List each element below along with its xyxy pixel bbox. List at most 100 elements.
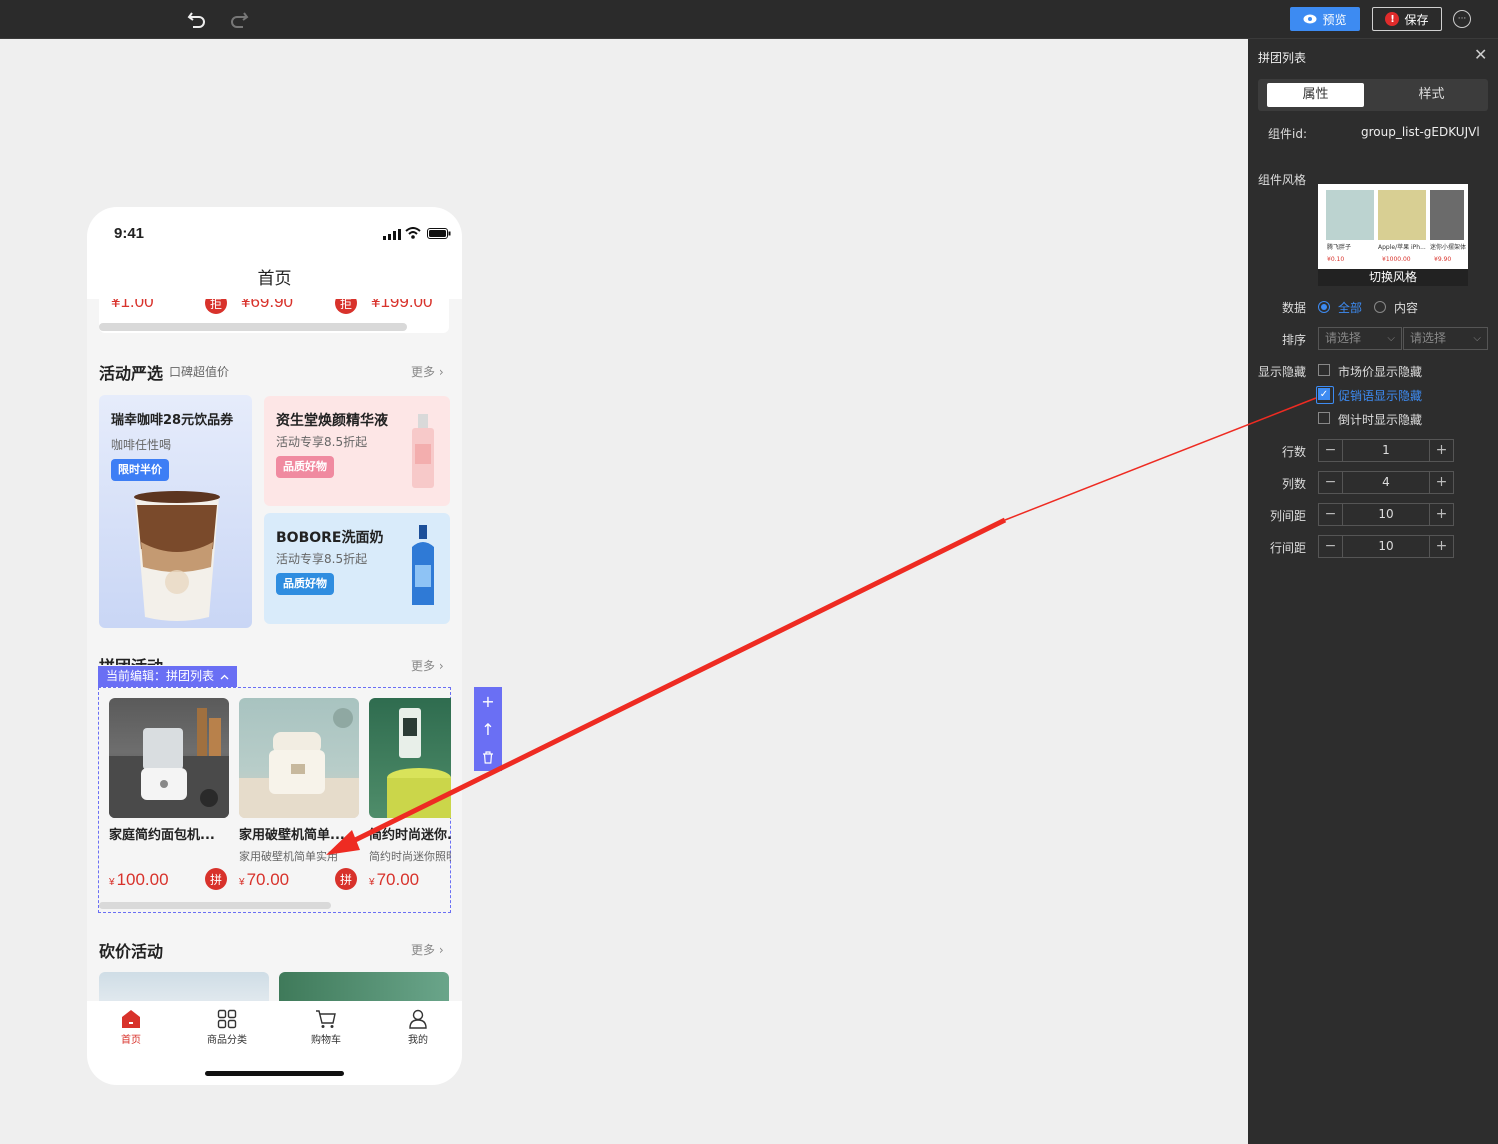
strip-scrollbar[interactable]	[99, 323, 407, 331]
column-gap-stepper[interactable]: − 10 +	[1318, 503, 1454, 526]
product-name: 简约时尚迷你...	[369, 828, 451, 843]
checkbox-label[interactable]: 倒计时显示隐藏	[1338, 411, 1422, 428]
price-value: 70.00	[376, 870, 420, 889]
stepper-value[interactable]: 4	[1343, 472, 1429, 493]
product-image-bread-maker	[109, 698, 229, 818]
eye-icon	[1303, 14, 1317, 24]
strip-pin-badge: 拒	[335, 299, 357, 314]
preview-label: 预览	[1322, 12, 1347, 27]
radio-all-label[interactable]: 全部	[1338, 299, 1362, 316]
group-buy-badge[interactable]: 拼	[205, 868, 227, 890]
component-id-value: group_list-gEDKUJVl	[1361, 125, 1480, 139]
tab-label: 首页	[121, 1035, 141, 1046]
move-up-icon[interactable]: ↑	[474, 715, 502, 743]
group-list-scrollbar[interactable]	[99, 902, 331, 909]
thumb-item-price: ¥9.90	[1434, 256, 1452, 263]
cart-icon	[316, 1010, 336, 1028]
tab-properties[interactable]: 属性	[1267, 83, 1364, 107]
minus-icon[interactable]: −	[1319, 472, 1343, 493]
minus-icon[interactable]: −	[1319, 440, 1343, 461]
row-gap-stepper[interactable]: − 10 +	[1318, 535, 1454, 558]
stepper-value[interactable]: 10	[1343, 536, 1429, 557]
tab-label: 商品分类	[207, 1035, 247, 1046]
phone-preview: 9:41 首页 ¥1.00 拒 ¥69.90 拒 ¥199.00 活动严选 口碑…	[87, 207, 462, 1085]
bargain-section-title: 砍价活动	[99, 942, 164, 961]
product-name: 家庭简约面包机...	[109, 828, 215, 843]
properties-panel: 拼团列表 ✕ 属性 样式 组件id: group_list-gEDKUJVl 组…	[1248, 39, 1498, 1144]
group-buy-badge[interactable]: 拼	[335, 868, 357, 890]
stepper-label: 列数	[1282, 477, 1307, 491]
strip-price: ¥199.00	[371, 299, 433, 311]
panel-title: 拼团列表	[1258, 51, 1307, 65]
stepper-value[interactable]: 10	[1343, 504, 1429, 525]
plus-icon[interactable]: +	[1429, 504, 1453, 525]
promo-card-coffee[interactable]: 瑞幸咖啡28元饮品券 咖啡任性喝 限时半价	[99, 395, 252, 628]
tab-label: 购物车	[311, 1035, 341, 1046]
checkbox-promo-text[interactable]: ✓	[1316, 386, 1334, 404]
checkbox-market-price[interactable]	[1318, 364, 1330, 376]
price-value: 100.00	[116, 870, 169, 889]
columns-stepper[interactable]: − 4 +	[1318, 471, 1454, 494]
component-style-label: 组件风格	[1258, 173, 1307, 187]
strip-price: ¥69.90	[241, 299, 293, 311]
save-label: 保存	[1404, 12, 1429, 27]
stepper-value[interactable]: 1	[1343, 440, 1429, 461]
grid-icon	[217, 1009, 237, 1029]
checkbox-countdown[interactable]	[1318, 412, 1330, 424]
product-price: ¥70.00	[369, 870, 419, 890]
promo-card-serum[interactable]: 资生堂焕颜精华液 活动专享8.5折起 品质好物	[264, 396, 450, 506]
bargain-more-link[interactable]: 更多 ›	[411, 941, 444, 958]
signal-icon	[383, 229, 401, 240]
style-thumbnail[interactable]: 腾飞胖子 Apple/苹果 iPh... 迷你小摆架体 ¥0.10 ¥1000.…	[1318, 184, 1468, 286]
checkbox-label[interactable]: 促销语显示隐藏	[1338, 387, 1422, 404]
save-button[interactable]: ! 保存	[1372, 7, 1442, 31]
radio-content[interactable]	[1374, 301, 1386, 313]
tab-home[interactable]: 首页	[96, 1009, 166, 1046]
minus-icon[interactable]: −	[1319, 504, 1343, 525]
sort-select-1[interactable]: 请选择 ⌵	[1318, 327, 1402, 350]
tab-profile[interactable]: 我的	[383, 1009, 453, 1046]
group-more-link[interactable]: 更多 ›	[411, 657, 444, 674]
promo-subtitle: 活动专享8.5折起	[276, 435, 368, 449]
sort-select-2[interactable]: 请选择 ⌵	[1403, 327, 1488, 350]
switch-style-button[interactable]: 切换风格	[1318, 269, 1468, 286]
promo-card-cleanser[interactable]: BOBORE洗面奶 活动专享8.5折起 品质好物	[264, 513, 450, 624]
rows-stepper[interactable]: − 1 +	[1318, 439, 1454, 462]
thumb-image	[1430, 190, 1464, 240]
component-toolbar: + ↑	[474, 687, 502, 771]
home-indicator	[205, 1071, 344, 1076]
activity-section-title: 活动严选	[99, 364, 164, 383]
visibility-label: 显示隐藏	[1258, 365, 1307, 379]
currency-symbol: ¥	[369, 877, 375, 888]
undo-icon[interactable]	[186, 8, 208, 30]
stepper-label: 列间距	[1270, 509, 1307, 523]
plus-icon[interactable]: +	[1429, 472, 1453, 493]
checkbox-label[interactable]: 市场价显示隐藏	[1338, 363, 1422, 380]
minus-icon[interactable]: −	[1319, 536, 1343, 557]
plus-icon[interactable]: +	[1429, 440, 1453, 461]
more-options-icon[interactable]: ···	[1453, 10, 1471, 28]
product-price: ¥100.00	[109, 870, 169, 890]
tab-cart[interactable]: 购物车	[291, 1009, 361, 1046]
cleanser-bottle-image	[412, 525, 434, 605]
sort-label: 排序	[1282, 333, 1307, 347]
thumb-item-name: Apple/苹果 iPh...	[1378, 244, 1426, 251]
delete-icon[interactable]	[474, 743, 502, 771]
warning-icon: !	[1385, 12, 1400, 26]
product-image-mini-lamp	[369, 698, 451, 818]
redo-icon[interactable]	[228, 8, 250, 30]
tab-categories[interactable]: 商品分类	[192, 1009, 262, 1046]
activity-more-link[interactable]: 更多 ›	[411, 363, 444, 380]
status-bar: 9:41	[87, 207, 462, 259]
close-icon[interactable]: ✕	[1474, 45, 1487, 64]
plus-icon[interactable]: +	[1429, 536, 1453, 557]
group-item[interactable]: 简约时尚迷你... 简约时尚迷你照明 ¥70.00	[369, 698, 451, 898]
current-edit-tag[interactable]: 当前编辑：拼团列表	[98, 666, 238, 687]
radio-content-label[interactable]: 内容	[1394, 299, 1418, 316]
preview-button[interactable]: 预览	[1290, 7, 1360, 31]
radio-all[interactable]	[1318, 301, 1330, 313]
add-icon[interactable]: +	[474, 687, 502, 715]
bottom-tab-bar: 首页 商品分类 购物车 我的	[87, 1001, 462, 1085]
top-product-strip: ¥1.00 拒 ¥69.90 拒 ¥199.00	[99, 299, 449, 333]
tab-style[interactable]: 样式	[1383, 83, 1480, 107]
